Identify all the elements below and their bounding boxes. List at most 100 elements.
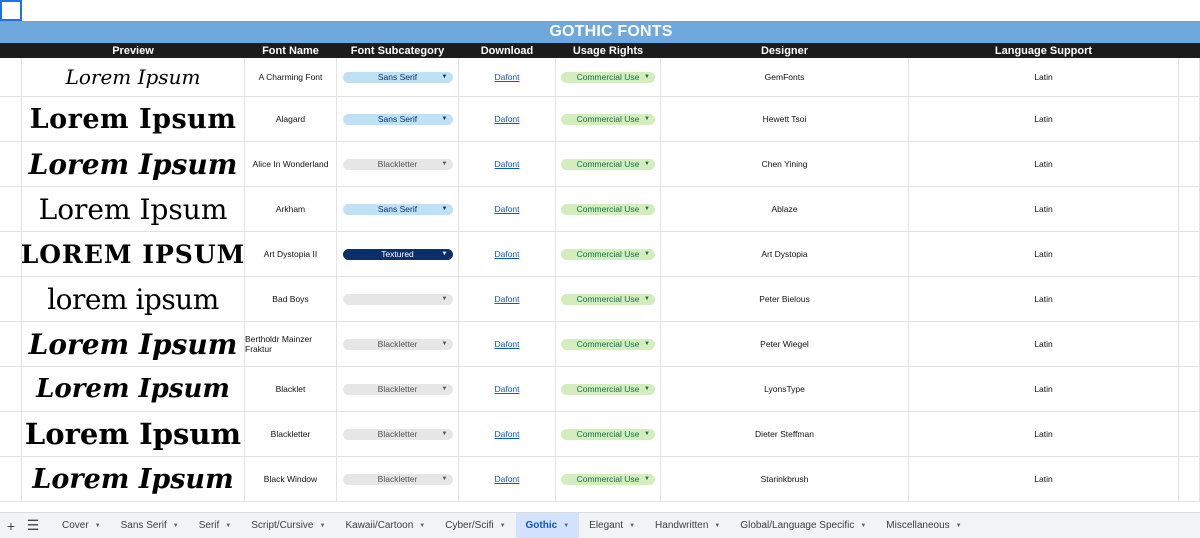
download-link[interactable]: Dafont	[494, 294, 519, 304]
empty-cell[interactable]	[1179, 97, 1200, 142]
language-cell[interactable]: Latin	[909, 322, 1179, 367]
usage-rights-dropdown[interactable]: Commercial Use ▼	[561, 428, 655, 440]
download-cell[interactable]: Dafont	[459, 457, 556, 502]
sheet-tab[interactable]: Serif ▼	[189, 513, 242, 538]
row-gutter-cell[interactable]	[0, 232, 22, 277]
designer-cell[interactable]: Chen Yining	[661, 142, 909, 187]
preview-cell[interactable]: Lorem Ipsum	[22, 97, 245, 142]
download-link[interactable]: Dafont	[494, 339, 519, 349]
sheet-tab[interactable]: Script/Cursive ▼	[241, 513, 335, 538]
subcategory-dropdown[interactable]: Blackletter ▼	[342, 158, 453, 170]
language-cell[interactable]: Latin	[909, 187, 1179, 232]
caret-down-icon[interactable]: ▼	[225, 523, 231, 529]
language-cell[interactable]: Latin	[909, 367, 1179, 412]
sheet-tab[interactable]: Cover ▼	[52, 513, 111, 538]
download-link[interactable]: Dafont	[494, 249, 519, 259]
empty-cell[interactable]	[1179, 232, 1200, 277]
usage-rights-cell[interactable]: Commercial Use ▼	[556, 322, 661, 367]
subcategory-dropdown[interactable]: Sans Serif ▼	[342, 203, 453, 215]
sheet-tab[interactable]: Elegant ▼	[579, 513, 645, 538]
row-gutter-cell[interactable]	[0, 58, 22, 97]
usage-rights-cell[interactable]: Commercial Use ▼	[556, 97, 661, 142]
subcategory-dropdown[interactable]: Sans Serif ▼	[342, 113, 453, 125]
download-link[interactable]: Dafont	[494, 384, 519, 394]
add-sheet-button[interactable]: +	[0, 513, 22, 538]
font-name-cell[interactable]: Alagard	[245, 97, 337, 142]
preview-cell[interactable]: lorem ipsum	[22, 277, 245, 322]
usage-rights-dropdown[interactable]: Commercial Use ▼	[561, 383, 655, 395]
caret-down-icon[interactable]: ▼	[629, 523, 635, 529]
designer-cell[interactable]: Dieter Steffman	[661, 412, 909, 457]
row-gutter-cell[interactable]	[0, 187, 22, 232]
subcategory-dropdown[interactable]: Blackletter ▼	[342, 473, 453, 485]
font-name-cell[interactable]: Blacklet	[245, 367, 337, 412]
subcategory-cell[interactable]: ▼	[337, 277, 459, 322]
row-gutter-cell[interactable]	[0, 457, 22, 502]
download-cell[interactable]: Dafont	[459, 187, 556, 232]
font-name-cell[interactable]: Black Window	[245, 457, 337, 502]
preview-cell[interactable]: Lorem Ipsum	[22, 142, 245, 187]
subcategory-cell[interactable]: Blackletter ▼	[337, 367, 459, 412]
designer-cell[interactable]: Art Dystopia	[661, 232, 909, 277]
sheet-tab[interactable]: Gothic ▼	[515, 512, 580, 538]
row-gutter-cell[interactable]	[0, 277, 22, 322]
caret-down-icon[interactable]: ▼	[563, 523, 569, 529]
empty-cell[interactable]	[1179, 367, 1200, 412]
download-cell[interactable]: Dafont	[459, 58, 556, 97]
subcategory-dropdown[interactable]: ▼	[342, 293, 453, 305]
subcategory-cell[interactable]: Blackletter ▼	[337, 412, 459, 457]
caret-down-icon[interactable]: ▼	[500, 523, 506, 529]
subcategory-cell[interactable]: Blackletter ▼	[337, 142, 459, 187]
download-cell[interactable]: Dafont	[459, 142, 556, 187]
usage-rights-dropdown[interactable]: Commercial Use ▼	[561, 293, 655, 305]
font-name-cell[interactable]: Arkham	[245, 187, 337, 232]
usage-rights-dropdown[interactable]: Commercial Use ▼	[561, 203, 655, 215]
caret-down-icon[interactable]: ▼	[860, 523, 866, 529]
usage-rights-dropdown[interactable]: Commercial Use ▼	[561, 338, 655, 350]
font-name-cell[interactable]: Bertholdr Mainzer Fraktur	[245, 322, 337, 367]
empty-cell[interactable]	[1179, 187, 1200, 232]
download-link[interactable]: Dafont	[494, 474, 519, 484]
download-cell[interactable]: Dafont	[459, 277, 556, 322]
preview-cell[interactable]: Lorem Ipsum	[22, 412, 245, 457]
designer-cell[interactable]: Ablaze	[661, 187, 909, 232]
font-name-cell[interactable]: Bad Boys	[245, 277, 337, 322]
caret-down-icon[interactable]: ▼	[320, 523, 326, 529]
download-cell[interactable]: Dafont	[459, 97, 556, 142]
row-gutter-cell[interactable]	[0, 97, 22, 142]
language-cell[interactable]: Latin	[909, 97, 1179, 142]
caret-down-icon[interactable]: ▼	[714, 523, 720, 529]
usage-rights-dropdown[interactable]: Commercial Use ▼	[561, 71, 655, 83]
download-cell[interactable]: Dafont	[459, 412, 556, 457]
caret-down-icon[interactable]: ▼	[419, 523, 425, 529]
usage-rights-dropdown[interactable]: Commercial Use ▼	[561, 158, 655, 170]
subcategory-cell[interactable]: Sans Serif ▼	[337, 58, 459, 97]
designer-cell[interactable]: Peter Wiegel	[661, 322, 909, 367]
language-cell[interactable]: Latin	[909, 142, 1179, 187]
preview-cell[interactable]: Lorem Ipsum	[22, 457, 245, 502]
subcategory-dropdown[interactable]: Sans Serif ▼	[342, 71, 453, 83]
row-gutter-cell[interactable]	[0, 322, 22, 367]
preview-cell[interactable]: Lorem Ipsum	[22, 187, 245, 232]
download-link[interactable]: Dafont	[494, 429, 519, 439]
usage-rights-cell[interactable]: Commercial Use ▼	[556, 277, 661, 322]
language-cell[interactable]: Latin	[909, 277, 1179, 322]
usage-rights-cell[interactable]: Commercial Use ▼	[556, 58, 661, 97]
empty-cell[interactable]	[1179, 457, 1200, 502]
preview-cell[interactable]: Lorem Ipsum	[22, 367, 245, 412]
download-link[interactable]: Dafont	[494, 72, 519, 82]
caret-down-icon[interactable]: ▼	[95, 523, 101, 529]
usage-rights-cell[interactable]: Commercial Use ▼	[556, 142, 661, 187]
sheet-tab[interactable]: Miscellaneous ▼	[876, 513, 971, 538]
sheet-tab[interactable]: Global/Language Specific ▼	[730, 513, 876, 538]
subcategory-cell[interactable]: Textured ▼	[337, 232, 459, 277]
empty-cell[interactable]	[1179, 412, 1200, 457]
subcategory-dropdown[interactable]: Blackletter ▼	[342, 428, 453, 440]
usage-rights-cell[interactable]: Commercial Use ▼	[556, 187, 661, 232]
preview-cell[interactable]: LOREM IPSUM	[22, 232, 245, 277]
usage-rights-cell[interactable]: Commercial Use ▼	[556, 232, 661, 277]
preview-cell[interactable]: Lorem Ipsum	[22, 322, 245, 367]
font-name-cell[interactable]: Alice In Wonderland	[245, 142, 337, 187]
empty-cell[interactable]	[1179, 58, 1200, 97]
subcategory-dropdown[interactable]: Textured ▼	[342, 248, 453, 260]
